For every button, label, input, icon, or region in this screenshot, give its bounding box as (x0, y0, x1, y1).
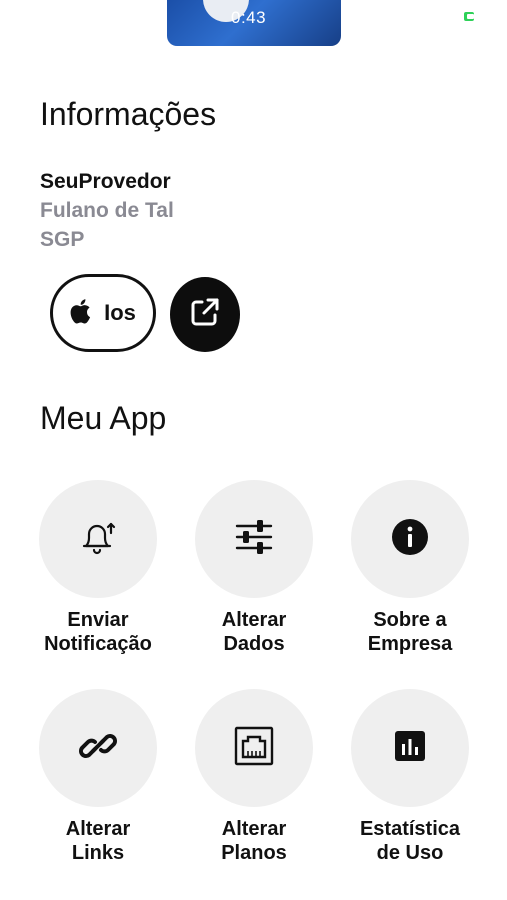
tile-label-line2: Planos (221, 842, 287, 864)
tile-label-line1: Enviar (67, 609, 129, 631)
usage-statistics-tile[interactable]: Estatística de Uso (335, 689, 485, 865)
info-section-title: Informações (40, 96, 217, 132)
battery-icon (464, 12, 474, 21)
bar-chart-icon (393, 729, 427, 768)
tile-circle[interactable] (195, 689, 313, 807)
status-time: 0:43 (231, 8, 267, 27)
tile-circle[interactable] (39, 480, 157, 598)
sliders-icon (233, 516, 275, 563)
tile-label-line2: Empresa (367, 633, 453, 655)
ios-button[interactable]: Ios (50, 274, 156, 352)
tile-label-line2: de Uso (376, 842, 444, 864)
link-icon (76, 724, 120, 773)
tile-label-line1: Alterar (65, 818, 131, 840)
tile-circle[interactable] (195, 480, 313, 598)
tile-label-line1: Alterar (221, 609, 287, 631)
send-notification-tile[interactable]: Enviar Notificação (23, 480, 173, 656)
ethernet-port-icon (233, 725, 275, 772)
tile-label-line1: Estatística (359, 818, 461, 840)
app-section-title: Meu App (40, 400, 167, 436)
external-link-icon (188, 295, 222, 334)
tile-circle[interactable] (39, 689, 157, 807)
ios-button-label: Ios (104, 300, 136, 325)
owner-name: Fulano de Tal (40, 199, 174, 222)
tile-label-line1: Sobre a (373, 609, 447, 631)
status-bar-time-pill: 0:43 (167, 0, 341, 46)
system-name: SGP (40, 228, 85, 251)
tile-label-line2: Links (71, 842, 125, 864)
change-links-tile[interactable]: Alterar Links (23, 689, 173, 865)
apple-icon (70, 297, 94, 330)
change-plans-tile[interactable]: Alterar Planos (179, 689, 329, 865)
change-data-tile[interactable]: Alterar Dados (179, 480, 329, 656)
bell-notification-icon (77, 516, 119, 563)
tile-label-line1: Alterar (221, 818, 287, 840)
info-icon (390, 517, 430, 562)
tile-circle[interactable] (351, 480, 469, 598)
tile-circle[interactable] (351, 689, 469, 807)
tile-label-line2: Notificação (44, 633, 152, 655)
about-company-tile[interactable]: Sobre a Empresa (335, 480, 485, 656)
provider-name: SeuProvedor (40, 170, 171, 193)
open-external-button[interactable] (170, 277, 240, 352)
tile-label-line2: Dados (223, 633, 285, 655)
